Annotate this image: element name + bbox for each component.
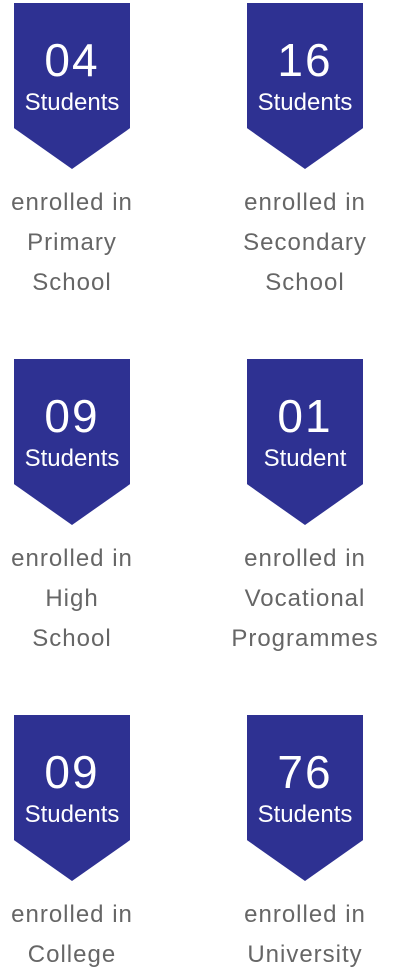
description-line: Vocational (244, 585, 366, 612)
description-line: enrolled in (244, 189, 366, 216)
enrollment-description: enrolled in University (220, 895, 390, 975)
description-line: enrolled in (244, 545, 366, 572)
description-line: High (45, 585, 99, 612)
student-count: 09 (44, 390, 100, 442)
description-line: School (32, 625, 112, 652)
student-count: 09 (44, 746, 100, 798)
student-unit-label: Students (257, 89, 353, 116)
description-line: enrolled in (244, 901, 366, 928)
student-unit-label: Students (24, 801, 120, 828)
description-line: Programmes (231, 625, 379, 652)
count-badge: 16 Students (247, 3, 363, 169)
enrollment-description: enrolled in Secondary School (220, 183, 390, 303)
enrollment-description: enrolled in Primary School (0, 183, 157, 303)
description-line: School (32, 269, 112, 296)
enrollment-description: enrolled in College (0, 895, 157, 975)
count-badge: 09 Students (14, 715, 130, 881)
student-count: 76 (277, 746, 333, 798)
count-badge: 76 Students (247, 715, 363, 881)
description-line: Secondary (243, 229, 367, 256)
enrollment-description: enrolled in Vocational Programmes (220, 539, 390, 659)
description-line: Primary (27, 229, 117, 256)
student-count: 04 (44, 34, 100, 86)
enrollment-description: enrolled in High School (0, 539, 157, 659)
count-badge: 01 Student (247, 359, 363, 525)
description-line: University (247, 941, 363, 968)
student-unit-label: Students (24, 445, 120, 472)
description-line: enrolled in (11, 901, 133, 928)
count-badge: 09 Students (14, 359, 130, 525)
description-line: enrolled in (11, 545, 133, 572)
student-count: 16 (277, 34, 333, 86)
student-count: 01 (277, 390, 333, 442)
description-line: School (265, 269, 345, 296)
description-line: enrolled in (11, 189, 133, 216)
student-unit-label: Students (257, 801, 353, 828)
student-unit-label: Student (263, 445, 347, 472)
student-unit-label: Students (24, 89, 120, 116)
description-line: College (27, 941, 117, 968)
count-badge: 04 Students (14, 3, 130, 169)
